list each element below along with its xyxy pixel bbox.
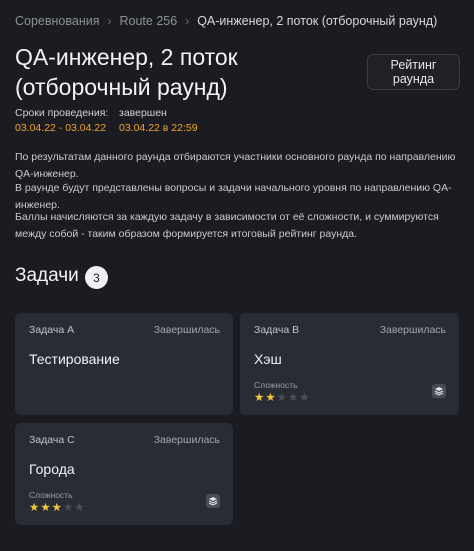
star-empty-icon: ★	[74, 502, 85, 514]
description-paragraph: По результатам данного раунда отбираются…	[15, 151, 456, 180]
finished-value: 03.04.22 в 22:59	[119, 122, 198, 134]
task-label: Задача B	[254, 324, 300, 336]
task-status: Завершилась	[153, 324, 220, 336]
star-empty-icon: ★	[299, 392, 310, 404]
task-name: Тестирование	[29, 351, 120, 367]
stack-icon	[432, 384, 446, 398]
task-status: Завершилась	[153, 434, 220, 446]
task-label: Задача A	[29, 324, 75, 336]
task-card-c[interactable]: Задача C Завершилась Города Сложность ★ ★…	[15, 423, 233, 525]
breadcrumb-item-competitions[interactable]: Соревнования	[15, 14, 100, 28]
star-empty-icon: ★	[287, 392, 299, 404]
breadcrumb: Соревнования › Route 256 › QA-инженер, 2…	[15, 14, 437, 28]
task-card-a[interactable]: Задача A Завершилась Тестирование	[15, 313, 233, 415]
breadcrumb-separator-icon: ›	[107, 14, 112, 28]
star-empty-icon: ★	[276, 392, 287, 404]
page-title: QA-инженер, 2 поток (отборочный раунд)	[15, 44, 238, 100]
description-paragraph: Баллы начисляются за каждую задачу в зав…	[15, 211, 439, 240]
difficulty-stars: ★ ★ ★ ★ ★	[254, 392, 310, 404]
finished-label: завершен	[119, 107, 167, 119]
difficulty-label: Сложность	[29, 490, 73, 500]
tasks-count-badge: 3	[85, 266, 108, 289]
task-status: Завершилась	[379, 324, 446, 336]
stack-icon	[206, 494, 220, 508]
task-name: Города	[29, 461, 75, 477]
task-card-b[interactable]: Задача B Завершилась Хэш Сложность ★ ★ ★ ★ ★	[240, 313, 459, 415]
difficulty-label: Сложность	[254, 380, 298, 390]
difficulty-stars: ★ ★ ★ ★ ★	[29, 502, 85, 514]
task-name: Хэш	[254, 351, 282, 367]
period-label: Сроки проведения:	[15, 107, 109, 119]
tasks-section-title: Задачи	[15, 265, 79, 286]
round-rating-button[interactable]: Рейтинг раунда	[367, 54, 460, 90]
star-filled-icon: ★	[265, 392, 276, 404]
star-filled-icon: ★	[51, 502, 62, 514]
breadcrumb-current: QA-инженер, 2 поток (отборочный раунд)	[197, 14, 438, 28]
star-filled-icon: ★	[29, 502, 40, 514]
breadcrumb-item-route256[interactable]: Route 256	[120, 14, 178, 28]
star-empty-icon: ★	[62, 502, 74, 514]
star-filled-icon: ★	[40, 502, 51, 514]
breadcrumb-separator-icon: ›	[185, 14, 190, 28]
task-label: Задача C	[29, 434, 75, 446]
star-filled-icon: ★	[254, 392, 265, 404]
period-value: 03.04.22 - 03.04.22	[15, 122, 107, 134]
